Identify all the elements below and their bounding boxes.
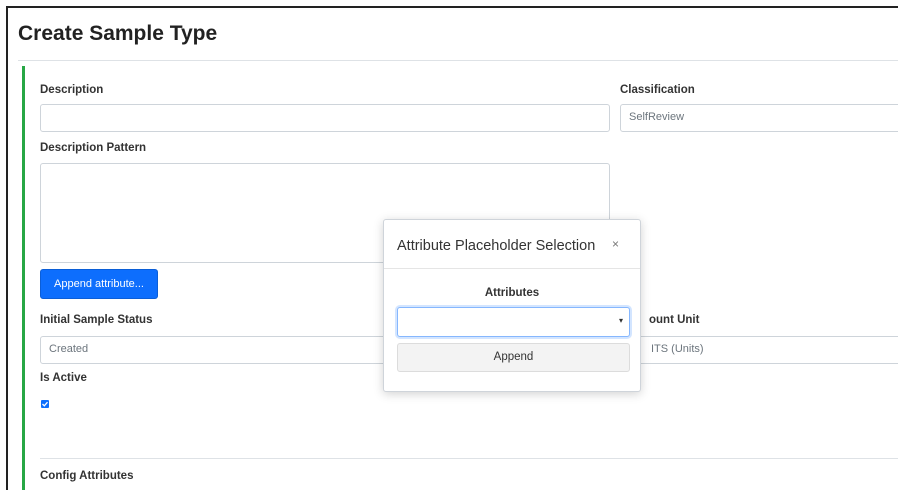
attributes-select[interactable]: ▾ bbox=[397, 307, 630, 337]
chevron-down-icon: ▾ bbox=[618, 316, 623, 325]
modal-title: Attribute Placeholder Selection bbox=[397, 238, 596, 254]
modal-header-divider bbox=[384, 268, 640, 269]
append-button[interactable]: Append bbox=[397, 343, 630, 372]
attribute-placeholder-modal: Attribute Placeholder Selection × Attrib… bbox=[383, 219, 641, 392]
attributes-label: Attributes bbox=[484, 287, 540, 299]
close-icon[interactable]: × bbox=[612, 237, 619, 251]
